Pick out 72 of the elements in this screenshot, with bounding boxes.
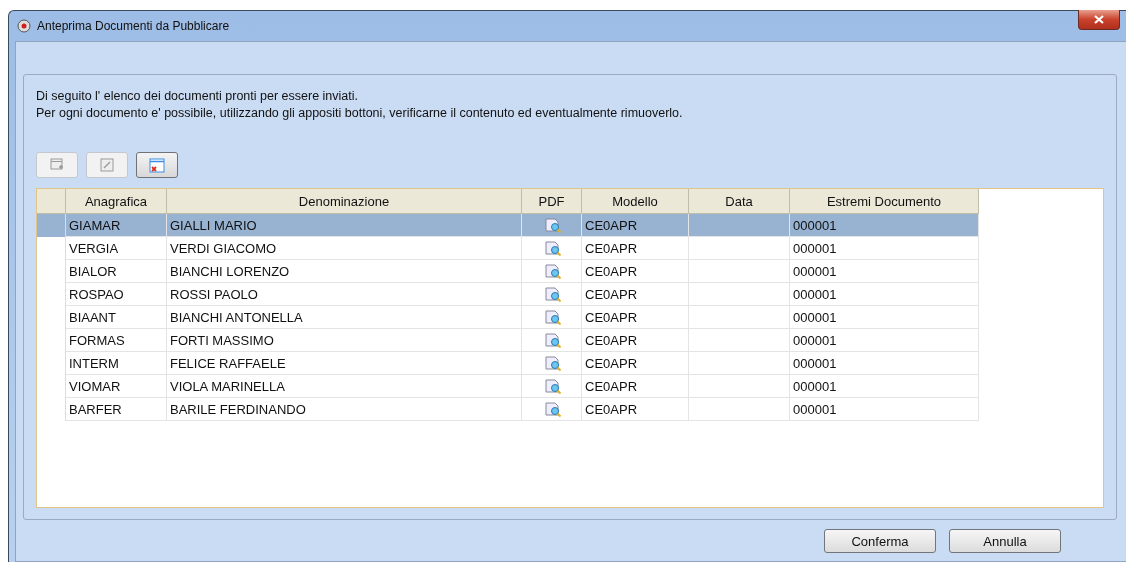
table-cell: BIAANT <box>66 306 167 329</box>
table-row[interactable]: FORMAS FORTI MASSIMO CE0APR 000001 <box>37 329 979 352</box>
table-cell: BIANCHI ANTONELLA <box>167 306 522 329</box>
document-preview-icon[interactable] <box>544 332 562 348</box>
table-cell: CE0APR <box>582 260 689 283</box>
table-cell: CE0APR <box>582 352 689 375</box>
window-title: Anteprima Documenti da Pubblicare <box>37 19 230 33</box>
column-header[interactable]: Data <box>689 189 790 214</box>
column-header[interactable]: Estremi Documento <box>790 189 979 214</box>
table-cell: CE0APR <box>582 237 689 260</box>
table-cell: CE0APR <box>582 306 689 329</box>
table-cell: CE0APR <box>582 283 689 306</box>
table-cell: 000001 <box>790 398 979 421</box>
remove-window-icon <box>149 157 165 173</box>
table-cell: BARILE FERDINANDO <box>167 398 522 421</box>
cancel-button[interactable]: Annulla <box>949 529 1061 553</box>
close-icon <box>1094 15 1104 24</box>
column-header[interactable]: Modello <box>582 189 689 214</box>
table-row[interactable]: BARFER BARILE FERDINANDO CE0APR 000001 <box>37 398 979 421</box>
table-cell: CE0APR <box>582 329 689 352</box>
table-cell: FELICE RAFFAELE <box>167 352 522 375</box>
remove-button[interactable] <box>136 152 178 178</box>
intro-text: Di seguito l' elenco dei documenti pronti per essere inviati. <box>36 88 359 105</box>
document-preview-icon[interactable] <box>544 309 562 325</box>
table-row[interactable]: ROSPAO ROSSI PAOLO CE0APR 000001 <box>37 283 979 306</box>
add-window-icon <box>50 158 64 172</box>
document-preview-icon[interactable] <box>544 286 562 302</box>
app-icon <box>17 19 31 33</box>
column-header[interactable]: Denominazione <box>167 189 522 214</box>
table-cell: VERDI GIACOMO <box>167 237 522 260</box>
table-cell: 000001 <box>790 260 979 283</box>
edit-icon <box>100 158 114 172</box>
table-cell: CE0APR <box>582 375 689 398</box>
table-cell: 000001 <box>790 329 979 352</box>
table-cell: VERGIA <box>66 237 167 260</box>
table-cell: FORTI MASSIMO <box>167 329 522 352</box>
table-cell: BIALOR <box>66 260 167 283</box>
table-row[interactable]: INTERM FELICE RAFFAELE CE0APR 000001 <box>37 352 979 375</box>
table-row[interactable]: VERGIA VERDI GIACOMO CE0APR 000001 <box>37 237 979 260</box>
table-cell: GIALLI MARIO <box>167 214 522 237</box>
document-preview-icon[interactable] <box>544 263 562 279</box>
table-cell: 000001 <box>790 237 979 260</box>
intro-text: Per ogni documento e' possibile, utilizzando gli appositi bottoni, verificarne il contenuto ed eventualmente rimuoverlo. <box>36 105 684 122</box>
table-cell: ROSPAO <box>66 283 167 306</box>
table-cell: 000001 <box>790 375 979 398</box>
table-cell: ROSSI PAOLO <box>167 283 522 306</box>
table-cell: BARFER <box>66 398 167 421</box>
table-row[interactable]: GIAMAR GIALLI MARIO CE0APR 000001 <box>37 214 979 237</box>
column-header[interactable]: PDF <box>522 189 582 214</box>
confirm-button[interactable]: Conferma <box>824 529 936 553</box>
table-row[interactable]: VIOMAR VIOLA MARINELLA CE0APR 000001 <box>37 375 979 398</box>
table-cell: INTERM <box>66 352 167 375</box>
table-cell: VIOLA MARINELLA <box>167 375 522 398</box>
table-cell: FORMAS <box>66 329 167 352</box>
table-cell: 000001 <box>790 352 979 375</box>
table-cell: 000001 <box>790 306 979 329</box>
document-preview-icon[interactable] <box>544 378 562 394</box>
document-preview-icon[interactable] <box>544 401 562 417</box>
table-cell: 000001 <box>790 283 979 306</box>
close-button[interactable] <box>1078 10 1120 30</box>
column-header[interactable]: Anagrafica <box>66 189 167 214</box>
table-cell: CE0APR <box>582 214 689 237</box>
document-preview-icon[interactable] <box>544 217 562 233</box>
table-row[interactable]: BIALOR BIANCHI LORENZO CE0APR 000001 <box>37 260 979 283</box>
document-preview-icon[interactable] <box>544 240 562 256</box>
table-cell: 000001 <box>790 214 979 237</box>
table-row[interactable]: BIAANT BIANCHI ANTONELLA CE0APR 000001 <box>37 306 979 329</box>
table-cell: BIANCHI LORENZO <box>167 260 522 283</box>
table-cell: GIAMAR <box>66 214 167 237</box>
table-cell: VIOMAR <box>66 375 167 398</box>
table-cell: CE0APR <box>582 398 689 421</box>
document-preview-icon[interactable] <box>544 355 562 371</box>
